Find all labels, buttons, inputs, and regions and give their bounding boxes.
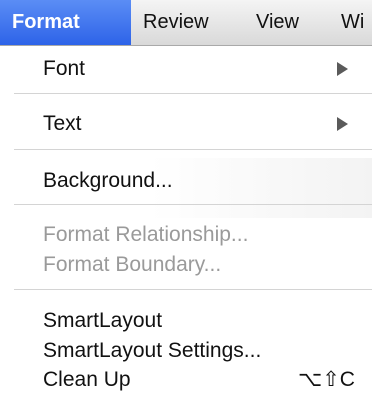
background-hint [150,158,372,218]
menu-review[interactable]: Review [143,0,209,45]
format-dropdown-menu: Font Text Background... Format Relations… [0,46,372,401]
menu-item-text-label: Text [43,112,82,135]
menu-item-smartlayout[interactable]: SmartLayout [43,308,162,334]
menu-item-smartlayout-settings-label: SmartLayout Settings... [43,339,262,362]
menu-item-smartlayout-settings[interactable]: SmartLayout Settings... [43,338,261,364]
submenu-arrow-icon [337,117,348,131]
menu-item-format-relationship-label: Format Relationship... [43,223,249,246]
menu-item-smartlayout-label: SmartLayout [43,309,163,332]
menu-item-clean-up[interactable]: Clean Up [43,367,131,393]
menu-separator [14,93,372,94]
menu-view[interactable]: View [256,0,299,45]
menu-item-format-relationship: Format Relationship... [43,222,248,248]
menu-item-text[interactable]: Text [43,111,82,137]
menu-item-font-label: Font [43,57,86,80]
menu-window[interactable]: Wi [341,0,364,45]
menu-item-format-boundary: Format Boundary... [43,252,221,278]
menu-separator [14,289,372,290]
menu-item-font[interactable]: Font [43,56,85,82]
menu-item-background[interactable]: Background... [43,168,173,194]
menu-separator [14,149,372,150]
submenu-arrow-icon [337,62,348,76]
menu-format[interactable]: Format [0,0,131,45]
menu-separator [14,204,372,205]
menu-item-format-boundary-label: Format Boundary... [43,253,222,276]
menu-item-background-label: Background... [43,169,173,192]
menu-item-clean-up-label: Clean Up [43,368,131,391]
clean-up-shortcut: ⌥⇧C [298,368,355,391]
app-window: Format Review View Wi Font Text Backgrou… [0,0,372,401]
menu-bar: Format Review View Wi [0,0,372,46]
